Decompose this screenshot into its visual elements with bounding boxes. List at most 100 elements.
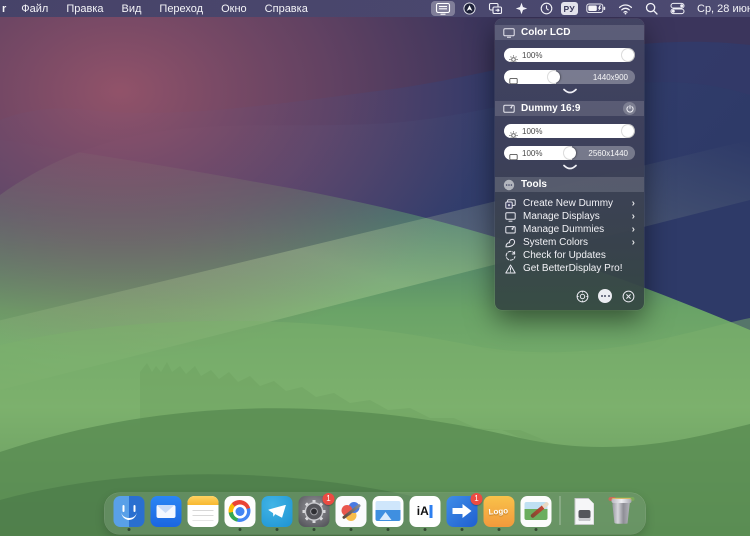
menu-bar-status: РУ Ср, 28 июн bbox=[430, 1, 750, 16]
dock-app-paint[interactable] bbox=[334, 495, 368, 532]
display2-brightness-knob[interactable] bbox=[622, 125, 634, 137]
wifi-icon[interactable] bbox=[614, 2, 637, 16]
display-section-color-lcd: Color LCD bbox=[495, 25, 644, 40]
refresh-icon bbox=[504, 250, 516, 261]
dock-app-finder[interactable] bbox=[112, 495, 146, 532]
dock-app-photos[interactable] bbox=[371, 495, 405, 532]
menu-bar-left: r Файл Правка Вид Переход Окно Справка bbox=[0, 3, 317, 15]
settings-gear-button[interactable] bbox=[575, 289, 589, 303]
menu-item-label: Create New Dummy bbox=[523, 198, 614, 209]
menu-item-check-for-updates[interactable]: Check for Updates bbox=[495, 249, 644, 262]
dock-separator bbox=[559, 496, 561, 525]
display1-brightness-value: 100% bbox=[522, 51, 543, 60]
dock-app-logo[interactable]: Logo bbox=[482, 495, 516, 532]
dock-app-chrome[interactable] bbox=[223, 495, 257, 532]
document-file-icon bbox=[569, 496, 600, 527]
app-menu-fragment[interactable]: r bbox=[0, 3, 12, 15]
running-indicator bbox=[497, 528, 500, 532]
menu-go[interactable]: Переход bbox=[150, 3, 212, 15]
resolution-display-icon bbox=[509, 73, 518, 85]
better-display-menubar-icon[interactable] bbox=[430, 1, 455, 16]
notification-badge: 1 bbox=[322, 492, 335, 505]
shield-arrow-icon[interactable] bbox=[459, 1, 480, 16]
logo-app-label: Logo bbox=[488, 506, 509, 517]
windows-switch-icon[interactable] bbox=[484, 1, 507, 16]
submenu-chevron-icon: › bbox=[631, 224, 635, 235]
display-icon bbox=[503, 27, 515, 38]
display1-sliders: 100% 1440x900 bbox=[495, 48, 644, 98]
menu-bar-clock[interactable]: Ср, 28 июн. bbox=[693, 3, 750, 15]
dock-app-notes[interactable] bbox=[186, 495, 220, 532]
menu-item-get-betterdisplay-pro[interactable]: Get BetterDisplay Pro! bbox=[495, 262, 644, 275]
paint-app-icon bbox=[335, 495, 366, 527]
desktop: r Файл Правка Вид Переход Окно Справка Р… bbox=[0, 0, 750, 536]
submenu-chevron-icon: › bbox=[631, 198, 635, 209]
close-button[interactable] bbox=[621, 289, 635, 303]
submenu-chevron-icon: › bbox=[631, 237, 635, 248]
brightness-sun-icon bbox=[509, 127, 518, 138]
menu-bar: r Файл Правка Вид Переход Окно Справка Р… bbox=[0, 0, 750, 17]
display1-resolution-knob[interactable] bbox=[548, 71, 560, 83]
menu-file[interactable]: Файл bbox=[12, 3, 57, 15]
dock-app-ia-writer[interactable]: iA bbox=[408, 495, 442, 532]
timer-circle-icon[interactable] bbox=[536, 1, 557, 16]
caret-icon bbox=[429, 504, 433, 518]
notification-badge: 1 bbox=[470, 492, 483, 505]
add-display-icon bbox=[504, 198, 516, 209]
photo-viewer-icon bbox=[372, 495, 403, 527]
running-indicator bbox=[460, 528, 463, 532]
chrome-icon bbox=[224, 495, 255, 527]
close-icon bbox=[622, 290, 634, 302]
display1-resolution-value: 1440x900 bbox=[592, 73, 628, 82]
dummy-power-button[interactable] bbox=[623, 102, 636, 115]
display1-brightness-slider[interactable]: 100% bbox=[504, 48, 635, 62]
display2-resolution-knob[interactable] bbox=[564, 147, 576, 159]
display2-brightness-slider[interactable]: 100% bbox=[504, 124, 635, 138]
dock-app-telegram[interactable] bbox=[260, 495, 294, 532]
edit-display-icon bbox=[504, 225, 516, 235]
display2-brightness-value: 100% bbox=[522, 127, 543, 136]
battery-icon[interactable] bbox=[582, 2, 610, 15]
display2-expand-button[interactable] bbox=[504, 160, 635, 174]
dock-app-system-settings[interactable]: 1 bbox=[297, 492, 335, 532]
display1-brightness-knob[interactable] bbox=[622, 49, 634, 61]
dock-app-share-arrow[interactable]: 1 bbox=[445, 492, 483, 532]
menu-item-manage-displays[interactable]: Manage Displays › bbox=[495, 210, 644, 223]
menu-view[interactable]: Вид bbox=[113, 3, 151, 15]
popover-footer bbox=[575, 289, 635, 303]
running-indicator bbox=[275, 528, 278, 532]
display-section-dummy: Dummy 16:9 bbox=[495, 101, 644, 116]
control-center-icon[interactable] bbox=[666, 1, 689, 16]
display2-scale-value: 100% bbox=[522, 149, 543, 158]
menu-help[interactable]: Справка bbox=[256, 3, 317, 15]
logo-app-icon: Logo bbox=[483, 495, 514, 527]
display1-resolution-slider[interactable]: 1440x900 bbox=[504, 70, 635, 84]
menu-window[interactable]: Окно bbox=[212, 3, 256, 15]
more-options-button[interactable] bbox=[598, 289, 612, 303]
dock-app-mail[interactable] bbox=[149, 495, 183, 532]
menu-item-system-colors[interactable]: System Colors › bbox=[495, 236, 644, 249]
menu-item-label: Get BetterDisplay Pro! bbox=[523, 263, 623, 274]
running-indicator bbox=[349, 528, 352, 532]
dock-item-trash[interactable] bbox=[605, 496, 639, 532]
running-indicator bbox=[386, 528, 389, 532]
trash-icon bbox=[606, 496, 637, 527]
dock-item-document[interactable] bbox=[568, 496, 602, 532]
menu-item-manage-dummies[interactable]: Manage Dummies › bbox=[495, 223, 644, 236]
input-source-badge[interactable]: РУ bbox=[560, 2, 578, 15]
search-icon[interactable] bbox=[641, 1, 662, 16]
dock: 1 iA 1 Logo bbox=[104, 492, 646, 534]
display1-expand-button[interactable] bbox=[504, 84, 635, 98]
spray-star-icon[interactable] bbox=[511, 1, 532, 16]
submenu-chevron-icon: › bbox=[631, 211, 635, 222]
telegram-icon bbox=[261, 495, 292, 527]
display2-resolution-slider[interactable]: 100% 2560x1440 bbox=[504, 146, 635, 160]
dock-app-image-editor[interactable] bbox=[519, 495, 553, 532]
running-indicator bbox=[534, 528, 537, 532]
notes-icon bbox=[187, 495, 218, 527]
menu-item-create-new-dummy[interactable]: Create New Dummy › bbox=[495, 197, 644, 210]
menu-item-label: Manage Displays bbox=[523, 211, 600, 222]
running-indicator bbox=[238, 528, 241, 532]
menu-edit[interactable]: Правка bbox=[57, 3, 112, 15]
image-editor-icon bbox=[520, 495, 551, 527]
